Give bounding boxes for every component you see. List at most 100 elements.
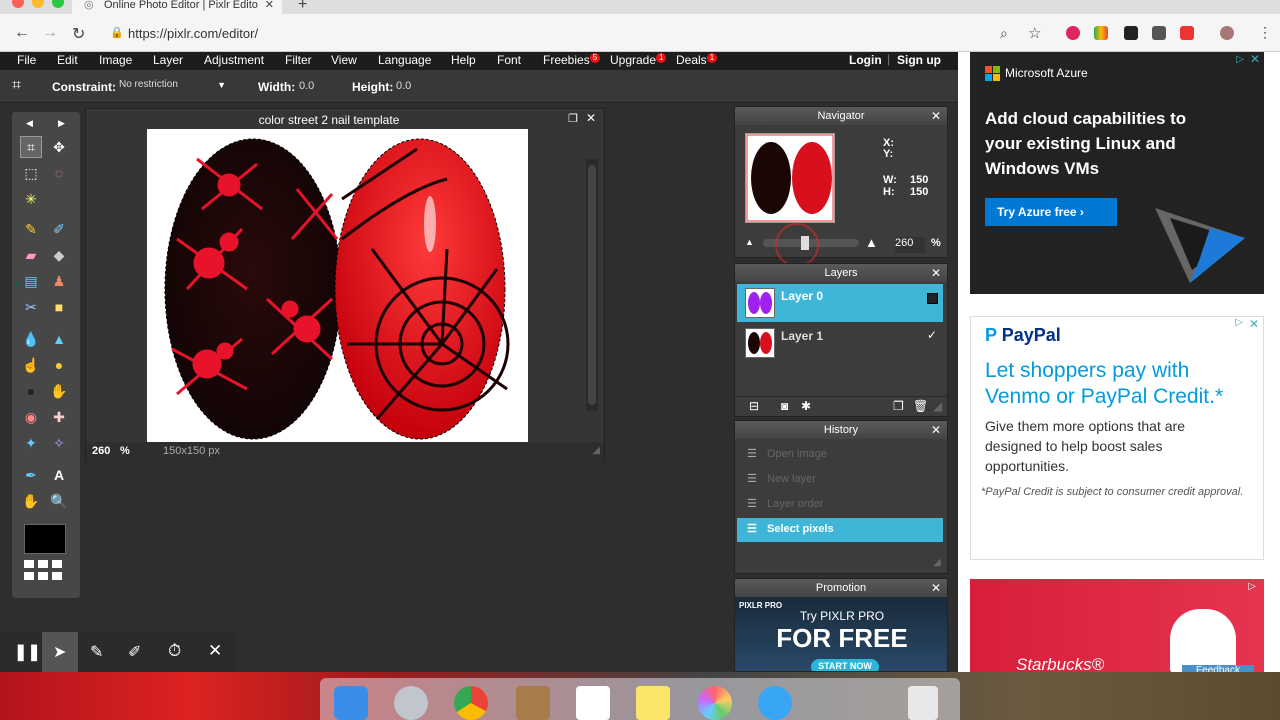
pinterest-extension-icon[interactable] bbox=[1066, 26, 1080, 40]
layer-settings-icon[interactable]: ⊟ bbox=[749, 399, 759, 413]
launchpad-icon[interactable] bbox=[394, 686, 428, 720]
constraint-select[interactable]: No restriction ▼ bbox=[116, 77, 230, 95]
color-replace-icon[interactable]: ✂ bbox=[20, 296, 42, 318]
spot-heal-tool-icon[interactable]: ✚ bbox=[48, 406, 70, 428]
foreground-color-swatch[interactable] bbox=[24, 524, 66, 554]
lasso-tool-icon[interactable]: ◌ bbox=[48, 162, 70, 184]
close-panel-icon[interactable]: ✕ bbox=[931, 107, 941, 125]
move-tool-icon[interactable]: ✥ bbox=[48, 136, 70, 158]
color-picker-icon[interactable]: ✒ bbox=[20, 464, 42, 486]
red-eye-tool-icon[interactable]: ◉ bbox=[20, 406, 42, 428]
back-icon[interactable]: ← bbox=[14, 24, 30, 42]
vertical-scrollbar[interactable] bbox=[586, 159, 598, 411]
login-link[interactable]: Login bbox=[849, 53, 882, 67]
collapse-left-icon[interactable]: ◀ bbox=[26, 118, 33, 129]
history-item[interactable]: ☰ Open image bbox=[737, 443, 943, 467]
menu-language[interactable]: Language bbox=[378, 53, 431, 67]
zoom-window-icon[interactable] bbox=[52, 0, 64, 8]
layer-mask-icon[interactable]: ◙ bbox=[781, 399, 788, 413]
new-layer-icon[interactable]: ❐ bbox=[893, 399, 904, 413]
chrome-menu-icon[interactable]: ⋮ bbox=[1258, 24, 1272, 41]
visibility-checkbox[interactable] bbox=[927, 293, 938, 304]
promotion-banner[interactable]: PIXLR PRO Try PIXLR PRO FOR FREE START N… bbox=[735, 597, 947, 671]
tab-close-icon[interactable]: ✕ bbox=[265, 0, 274, 11]
browser-tab[interactable]: ◎ Online Photo Editor | Pixlr Edito ✕ bbox=[72, 0, 282, 14]
menu-filter[interactable]: Filter bbox=[285, 53, 312, 67]
close-panel-icon[interactable]: ✕ bbox=[931, 264, 941, 282]
adchoices-icon[interactable]: ▷ bbox=[1248, 581, 1256, 592]
starbucks-ad[interactable]: ▷ Starbucks® Feedback bbox=[970, 579, 1264, 681]
zoom-out-icon[interactable]: ▲ bbox=[745, 237, 754, 247]
pause-icon[interactable]: ❚❚ bbox=[14, 642, 41, 662]
menu-freebies[interactable]: Freebies 5 bbox=[543, 53, 601, 67]
menu-view[interactable]: View bbox=[331, 53, 357, 67]
sponge-tool-icon[interactable]: ● bbox=[48, 354, 70, 376]
close-panel-icon[interactable]: ✕ bbox=[931, 421, 941, 439]
highlighter-icon[interactable]: ✐ bbox=[128, 642, 141, 662]
resize-grip-icon[interactable]: ◢ bbox=[592, 445, 600, 456]
close-icon[interactable]: ✕ bbox=[208, 641, 222, 661]
gradient-tool-icon[interactable]: ▤ bbox=[20, 270, 42, 292]
signup-link[interactable]: Sign up bbox=[897, 53, 941, 67]
resize-grip-icon[interactable]: ◢ bbox=[933, 399, 942, 413]
dodge-tool-icon[interactable]: ✋ bbox=[48, 380, 70, 402]
burn-tool-icon[interactable]: ● bbox=[20, 380, 42, 402]
collapse-right-icon[interactable]: ▶ bbox=[58, 118, 65, 129]
zoom-value[interactable]: 260 bbox=[92, 445, 110, 457]
resize-grip-icon[interactable]: ◢ bbox=[933, 557, 941, 568]
close-window-icon[interactable] bbox=[12, 0, 24, 8]
menu-image[interactable]: Image bbox=[99, 53, 132, 67]
chrome-icon[interactable] bbox=[454, 686, 488, 720]
bookmark-star-icon[interactable]: ☆ bbox=[1028, 24, 1041, 42]
drawing-tool-icon[interactable]: ■ bbox=[48, 296, 70, 318]
zoom-icon[interactable]: ⌕ bbox=[1000, 25, 1008, 42]
ad-close-icon[interactable]: ✕ bbox=[1250, 52, 1260, 66]
menu-adjustment[interactable]: Adjustment bbox=[204, 53, 264, 67]
history-item[interactable]: ☰ Layer order bbox=[737, 493, 943, 517]
menu-help[interactable]: Help bbox=[451, 53, 476, 67]
timer-icon[interactable]: ⏱ bbox=[168, 641, 181, 661]
reload-icon[interactable]: ↻ bbox=[72, 24, 85, 44]
smudge-tool-icon[interactable]: ☝ bbox=[20, 354, 42, 376]
photos-icon[interactable] bbox=[698, 686, 732, 720]
marquee-tool-icon[interactable]: ⬚ bbox=[20, 162, 42, 184]
image-canvas[interactable] bbox=[147, 129, 528, 442]
adchoices-icon[interactable]: ▷ bbox=[1235, 317, 1243, 328]
brush-tool-icon[interactable]: ✐ bbox=[48, 218, 70, 240]
new-tab-button[interactable]: + bbox=[298, 0, 307, 14]
zoom-in-icon[interactable]: ▲ bbox=[865, 235, 878, 250]
messages-icon[interactable] bbox=[758, 686, 792, 720]
extension-icon[interactable] bbox=[1124, 26, 1138, 40]
pointer-tool-button[interactable]: ➤ bbox=[42, 632, 78, 672]
navigator-thumbnail[interactable] bbox=[745, 133, 835, 223]
type-tool-icon[interactable]: A bbox=[48, 464, 70, 486]
height-field[interactable]: 0.0 bbox=[396, 80, 411, 92]
layer-row[interactable]: Layer 0 bbox=[737, 284, 943, 322]
promo-cta[interactable]: START NOW bbox=[811, 659, 879, 671]
menu-layer[interactable]: Layer bbox=[153, 53, 183, 67]
history-item-selected[interactable]: ☰ Select pixels bbox=[737, 518, 943, 542]
profile-avatar[interactable] bbox=[1220, 26, 1234, 40]
pen-icon[interactable]: ✎ bbox=[90, 642, 103, 662]
history-item[interactable]: ☰ New layer bbox=[737, 468, 943, 492]
contacts-icon[interactable] bbox=[516, 686, 550, 720]
forward-icon[interactable]: → bbox=[42, 24, 58, 42]
extension-icon[interactable] bbox=[1180, 26, 1194, 40]
minimize-window-icon[interactable] bbox=[32, 0, 44, 8]
try-azure-button[interactable]: Try Azure free › bbox=[985, 198, 1117, 226]
pencil-tool-icon[interactable]: ✎ bbox=[20, 218, 42, 240]
menu-upgrade[interactable]: Upgrade 1 bbox=[610, 53, 667, 67]
paypal-ad[interactable]: P PayPal ▷ ✕ Let shoppers pay with Venmo… bbox=[970, 316, 1264, 560]
navigator-zoom-field[interactable]: 260 bbox=[895, 237, 925, 253]
blur-tool-icon[interactable]: 💧 bbox=[20, 328, 42, 350]
stamp-tool-icon[interactable]: ♟ bbox=[48, 270, 70, 292]
extension-icon[interactable] bbox=[1094, 26, 1108, 40]
bloat-tool-icon[interactable]: ✦ bbox=[20, 432, 42, 454]
trash-icon[interactable] bbox=[908, 686, 938, 720]
width-field[interactable]: 0.0 bbox=[299, 80, 314, 92]
pinch-tool-icon[interactable]: ✧ bbox=[48, 432, 70, 454]
menu-file[interactable]: File bbox=[17, 53, 36, 67]
close-panel-icon[interactable]: ✕ bbox=[931, 579, 941, 597]
sharpen-tool-icon[interactable]: ▲ bbox=[48, 328, 70, 350]
azure-ad[interactable]: Microsoft Azure ▷ ✕ Add cloud capabiliti… bbox=[970, 52, 1264, 294]
